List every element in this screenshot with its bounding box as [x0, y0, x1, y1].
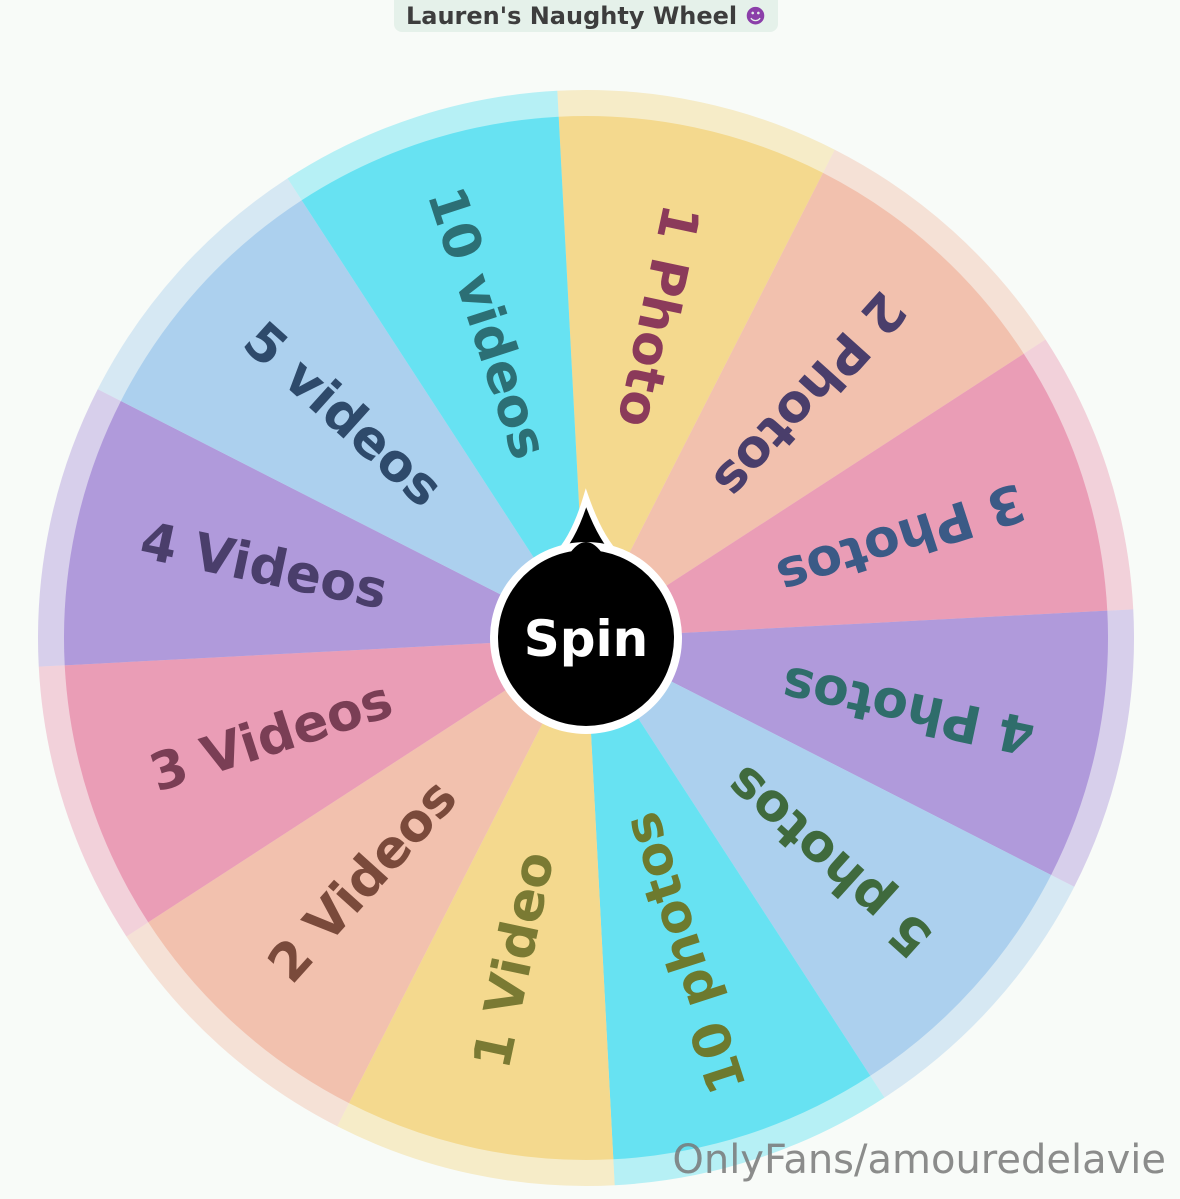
prize-wheel[interactable]: 1 Photo2 Photos3 Photos4 Photos5 photos1…	[0, 0, 1180, 1199]
spin-button-label: Spin	[524, 610, 649, 668]
watermark: OnlyFans/amouredelavie	[672, 1137, 1166, 1183]
